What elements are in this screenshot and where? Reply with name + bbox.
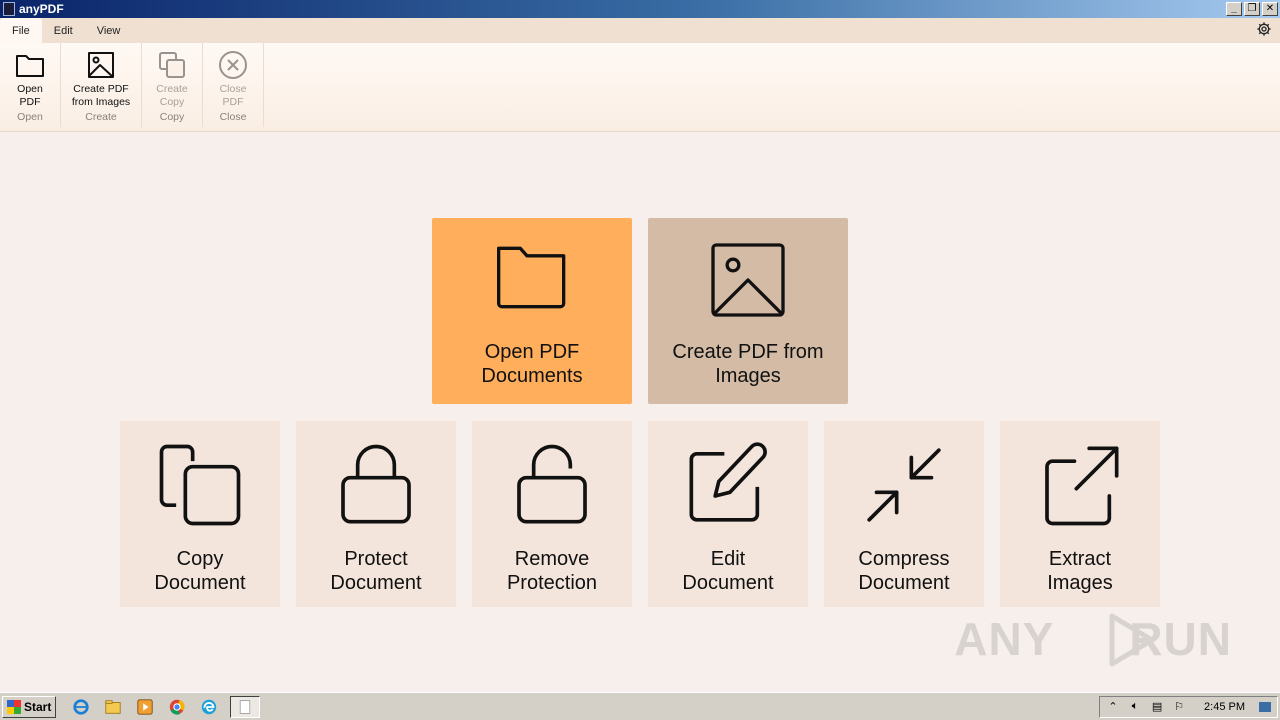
image-icon	[88, 52, 114, 78]
open-pdf-documents-label: Open PDF Documents	[481, 341, 583, 387]
minimize-button[interactable]: _	[1226, 2, 1242, 16]
chevron-up-icon[interactable]: ⌃	[1106, 700, 1120, 714]
anypdf-taskbar-button[interactable]	[230, 695, 261, 718]
internet-explorer-icon[interactable]	[70, 696, 92, 718]
start-button[interactable]: Start	[2, 695, 57, 718]
tab-file[interactable]: File	[0, 18, 42, 43]
folder-icon	[497, 246, 566, 309]
close-pdf-label: Close PDF	[219, 83, 247, 108]
group-label-create: Create	[85, 111, 117, 123]
ribbon: Open PDF Open Create PDF from Images Cre…	[0, 43, 1280, 132]
create-pdf-from-images-tile[interactable]: Create PDF from Images	[648, 218, 848, 404]
remove-protection-tile[interactable]: Remove Protection	[472, 421, 632, 607]
group-label-copy: Copy	[159, 111, 185, 123]
tab-view[interactable]: View	[85, 18, 133, 43]
compress-document-label: Compress Document	[858, 548, 950, 594]
menu-bar: File Edit View	[0, 18, 1280, 43]
compress-icon	[867, 448, 941, 522]
taskbar: Start ⌃ 🔈︎ ▤ ⚐ 2:45 PM	[0, 692, 1280, 720]
window-title: anyPDF	[19, 2, 64, 16]
open-pdf-label: Open PDF	[17, 83, 43, 108]
folder-icon	[16, 55, 44, 77]
open-pdf-documents-tile[interactable]: Open PDF Documents	[432, 218, 632, 404]
copy-document-tile[interactable]: Copy Document	[120, 421, 280, 607]
app-icon	[3, 2, 15, 16]
close-circle-icon	[219, 51, 247, 79]
edit-document-tile[interactable]: Edit Document	[648, 421, 808, 607]
group-label-open: Open	[17, 111, 43, 123]
flag-icon[interactable]: ⚐	[1172, 700, 1186, 714]
start-label: Start	[24, 699, 52, 714]
copy-icon	[159, 444, 241, 526]
file-explorer-icon[interactable]	[102, 696, 124, 718]
system-tray: ⌃ 🔈︎ ▤ ⚐ 2:45 PM	[1099, 695, 1278, 718]
compress-document-tile[interactable]: Compress Document	[824, 421, 984, 607]
volume-icon[interactable]: 🔈︎	[1128, 700, 1142, 714]
anyrun-watermark: ANY RUN	[954, 612, 1232, 666]
protect-document-tile[interactable]: Protect Document	[296, 421, 456, 607]
chrome-icon[interactable]	[166, 696, 188, 718]
gear-icon[interactable]	[1256, 21, 1272, 37]
edit-icon	[689, 442, 767, 522]
edge-icon[interactable]	[198, 696, 220, 718]
show-desktop-icon[interactable]	[1259, 701, 1271, 712]
ribbon-group-copy: Create Copy Copy	[142, 43, 203, 127]
remove-protection-label: Remove Protection	[506, 548, 598, 594]
create-copy-label: Create Copy	[156, 83, 188, 108]
protect-document-label: Protect Document	[330, 548, 422, 594]
open-pdf-button[interactable]: Open PDF	[4, 49, 56, 109]
edit-document-label: Edit Document	[682, 548, 774, 594]
ribbon-group-open: Open PDF Open	[0, 43, 61, 127]
restore-button[interactable]: ❐	[1244, 2, 1260, 16]
title-bar: anyPDF _ ❐ ✕	[0, 0, 1280, 18]
copy-icon	[159, 52, 185, 78]
close-pdf-button[interactable]: Close PDF	[207, 49, 259, 109]
image-icon	[711, 243, 785, 317]
clock[interactable]: 2:45 PM	[1204, 701, 1245, 713]
extract-images-tile[interactable]: Extract Images	[1000, 421, 1160, 607]
external-link-icon	[1045, 446, 1119, 526]
extract-images-label: Extract Images	[1047, 548, 1113, 594]
lock-icon	[341, 444, 411, 524]
tab-edit[interactable]: Edit	[42, 18, 85, 43]
media-player-icon[interactable]	[134, 696, 156, 718]
unlock-icon	[517, 444, 587, 524]
network-icon[interactable]: ▤	[1150, 700, 1164, 714]
create-pdf-from-images-label: Create PDF from Images	[672, 341, 824, 387]
watermark-text: ANY RUN	[954, 613, 1232, 665]
ribbon-group-create: Create PDF from Images Create	[61, 43, 142, 127]
create-pdf-label: Create PDF from Images	[71, 83, 131, 108]
play-logo-icon	[1109, 613, 1155, 667]
group-label-close: Close	[219, 111, 247, 123]
copy-document-label: Copy Document	[154, 548, 246, 594]
create-copy-button[interactable]: Create Copy	[146, 49, 198, 109]
close-window-button[interactable]: ✕	[1262, 2, 1278, 16]
windows-logo-icon	[7, 699, 21, 714]
ribbon-group-close: Close PDF Close	[203, 43, 264, 127]
create-pdf-from-images-button[interactable]: Create PDF from Images	[65, 49, 137, 109]
